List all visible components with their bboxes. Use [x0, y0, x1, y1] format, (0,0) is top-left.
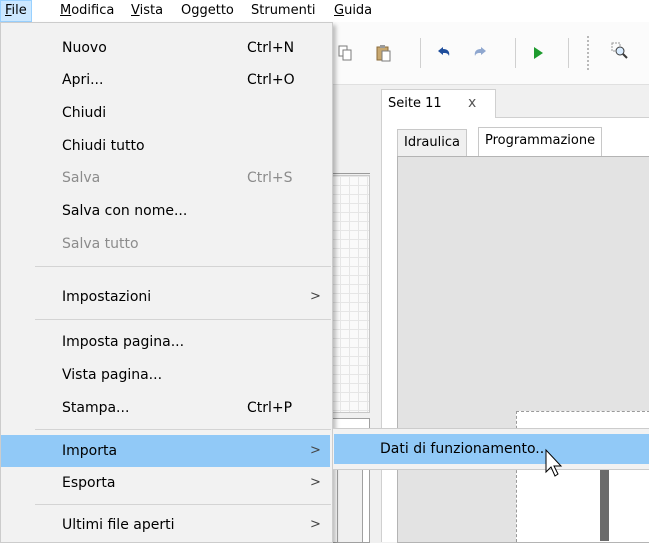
menu-item-apri[interactable]: Apri... Ctrl+O	[1, 64, 330, 96]
tab-programmazione[interactable]: Programmazione	[478, 127, 603, 157]
chevron-right-icon: >	[310, 517, 321, 532]
menu-vista-mnemonic: V	[131, 3, 140, 18]
menu-item-importa[interactable]: Importa >	[1, 435, 330, 467]
chevron-right-icon: >	[310, 475, 321, 490]
menu-modifica[interactable]: Modifica	[56, 0, 118, 22]
menu-oggetto[interactable]: Oggetto	[177, 0, 238, 22]
paste-icon[interactable]	[369, 39, 397, 67]
menu-item-label: Stampa...	[62, 400, 130, 416]
tab-idraulica[interactable]: Idraulica	[397, 129, 467, 156]
menu-strumenti-label: Strumenti	[251, 3, 316, 18]
menu-item-nuovo[interactable]: Nuovo Ctrl+N	[1, 32, 330, 64]
menu-item-chiudi[interactable]: Chiudi	[1, 97, 330, 129]
import-submenu: Dati di funzionamento...	[332, 428, 649, 470]
menu-guida[interactable]: Guida	[330, 0, 376, 22]
copy-icon[interactable]	[331, 39, 359, 67]
chevron-right-icon: >	[310, 289, 321, 304]
menu-item-label: Chiudi	[62, 105, 107, 121]
panel-divider	[330, 173, 370, 174]
menu-item-ultimi-file-aperti[interactable]: Ultimi file aperti >	[1, 509, 330, 541]
menu-separator	[35, 319, 331, 320]
menu-guida-rest: uida	[344, 3, 373, 18]
redo-icon[interactable]	[466, 39, 494, 67]
menu-separator	[35, 266, 331, 267]
chevron-right-icon: >	[310, 443, 321, 458]
toolbar-separator	[420, 38, 421, 68]
menu-item-shortcut: Ctrl+P	[247, 400, 293, 416]
undo-icon[interactable]	[430, 39, 458, 67]
menu-item-salva-tutto: Salva tutto	[1, 228, 330, 260]
menu-item-chiudi-tutto[interactable]: Chiudi tutto	[1, 130, 330, 162]
menu-item-label: Vista pagina...	[62, 367, 163, 383]
toolbar-separator	[568, 38, 569, 68]
menu-item-label: Salva	[62, 170, 101, 186]
menu-item-label: Salva tutto	[62, 236, 139, 252]
menu-item-shortcut: Ctrl+N	[247, 40, 295, 56]
menu-oggetto-label: Oggetto	[181, 3, 234, 18]
tab-idraulica-label: Idraulica	[404, 135, 460, 150]
menu-item-stampa[interactable]: Stampa... Ctrl+P	[1, 392, 330, 424]
menu-item-label: Esporta	[62, 475, 116, 491]
menu-item-salva: Salva Ctrl+S	[1, 162, 330, 194]
menu-vista[interactable]: Vista	[127, 0, 167, 22]
menu-separator	[35, 504, 331, 505]
toolbar-separator	[515, 38, 516, 68]
menu-item-vista-pagina[interactable]: Vista pagina...	[1, 359, 330, 391]
tab-programmazione-label: Programmazione	[485, 133, 596, 148]
menu-item-label: Salva con nome...	[62, 203, 188, 219]
file-menu-dropdown: Nuovo Ctrl+N Apri... Ctrl+O Chiudi Chiud…	[0, 22, 333, 543]
toolbar-grip[interactable]	[587, 36, 591, 70]
tab-seite-11[interactable]: Seite 11 x	[381, 89, 496, 118]
zoom-icon[interactable]	[606, 37, 634, 65]
menu-item-label: Apri...	[62, 72, 104, 88]
menu-item-label: Ultimi file aperti	[62, 517, 175, 533]
menu-vista-rest: ista	[139, 3, 164, 18]
menu-item-impostazioni[interactable]: Impostazioni >	[1, 281, 330, 313]
menu-item-label: Importa	[62, 443, 118, 459]
menu-item-imposta-pagina[interactable]: Imposta pagina...	[1, 326, 330, 358]
menu-guida-mnemonic: G	[334, 3, 345, 18]
menubar: File Modifica Vista Oggetto Strumenti Gu…	[0, 0, 649, 22]
close-icon[interactable]: x	[468, 95, 476, 111]
menu-item-shortcut: Ctrl+O	[247, 72, 295, 88]
menu-strumenti[interactable]: Strumenti	[247, 0, 320, 22]
menu-file-rest: ile	[11, 3, 27, 18]
menu-file[interactable]: File	[0, 0, 32, 22]
submenu-item-label: Dati di funzionamento...	[380, 441, 549, 457]
mouse-cursor-icon	[544, 448, 566, 482]
grid-preview	[330, 175, 370, 413]
play-icon[interactable]	[524, 39, 552, 67]
menu-separator	[35, 429, 331, 430]
submenu-item-dati-di-funzionamento[interactable]: Dati di funzionamento...	[334, 434, 649, 464]
menu-item-label: Chiudi tutto	[62, 138, 145, 154]
panel-inner-box	[337, 463, 363, 543]
menu-item-label: Imposta pagina...	[62, 334, 185, 350]
menu-item-salva-con-nome[interactable]: Salva con nome...	[1, 195, 330, 227]
menu-modifica-rest: odifica	[71, 3, 115, 18]
menu-item-shortcut: Ctrl+S	[247, 170, 293, 186]
menu-modifica-mnemonic: M	[60, 3, 72, 18]
menu-item-label: Nuovo	[62, 40, 107, 56]
tab-label: Seite 11	[388, 96, 442, 111]
menu-item-label: Impostazioni	[62, 289, 152, 305]
menu-item-esporta[interactable]: Esporta >	[1, 467, 330, 499]
